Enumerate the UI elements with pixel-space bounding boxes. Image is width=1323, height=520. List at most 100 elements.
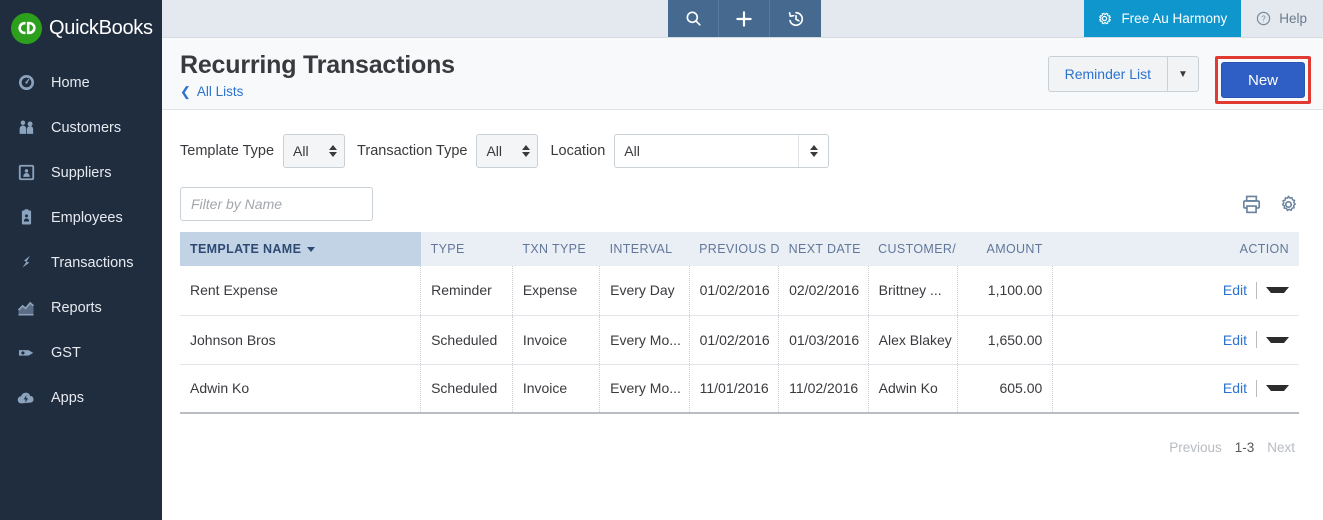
cell-type: Scheduled — [420, 364, 513, 414]
help-label: Help — [1279, 11, 1307, 26]
help-button[interactable]: ? Help — [1241, 0, 1323, 37]
filter-row: Template Type All Transaction Type All L… — [162, 132, 1323, 170]
column-header-customer[interactable]: CUSTOMER/ — [868, 232, 958, 266]
table-row[interactable]: Adwin Ko Scheduled Invoice Every Mo... 1… — [180, 364, 1299, 414]
sidebar-item-apps[interactable]: Apps — [0, 375, 162, 420]
column-header-template-name[interactable]: TEMPLATE NAME — [180, 232, 421, 266]
table-row[interactable]: Rent Expense Reminder Expense Every Day … — [180, 266, 1299, 316]
edit-link[interactable]: Edit — [1223, 282, 1256, 298]
location-select[interactable]: All — [614, 134, 830, 168]
action-dropdown-icon[interactable] — [1266, 336, 1289, 343]
quickbooks-app: QuickBooks Home Customers Suppliers Empl… — [0, 0, 1323, 520]
location-label: Location — [550, 143, 606, 159]
cell-txn-type: Invoice — [512, 315, 601, 365]
sidebar-item-gst[interactable]: GST — [0, 330, 162, 375]
pagination-range: 1-3 — [1234, 440, 1255, 455]
search-input[interactable] — [180, 187, 373, 221]
pagination: Previous 1-3 Next — [162, 440, 1323, 455]
page-title: Recurring Transactions — [180, 51, 455, 79]
sidebar-item-home[interactable]: Home — [0, 60, 162, 105]
topbar-mid-spacer — [821, 0, 1084, 37]
cell-customer: Alex Blakey — [868, 315, 959, 365]
cell-template-name: Adwin Ko — [180, 364, 422, 414]
sidebar-item-customers[interactable]: Customers — [0, 105, 162, 150]
cell-action: Edit — [1052, 364, 1299, 414]
gear-icon — [1096, 10, 1113, 27]
printer-icon[interactable] — [1241, 194, 1262, 215]
cell-amount: 605.00 — [957, 364, 1054, 414]
sidebar-item-label: Transactions — [51, 254, 134, 271]
table-toolbar — [162, 186, 1323, 222]
question-circle-icon: ? — [1255, 10, 1272, 27]
column-header-next-date[interactable]: NEXT DATE — [778, 232, 869, 266]
action-divider — [1256, 379, 1257, 397]
action-divider — [1256, 331, 1257, 348]
pagination-previous[interactable]: Previous — [1169, 440, 1222, 455]
gear-icon[interactable] — [1278, 194, 1299, 215]
transactions-icon — [13, 250, 39, 276]
pagination-next[interactable]: Next — [1267, 440, 1295, 455]
column-header-previous-date[interactable]: PREVIOUS D — [689, 232, 779, 266]
new-button[interactable]: New — [1221, 62, 1305, 98]
sort-descending-icon — [307, 247, 316, 253]
table-header-row: TEMPLATE NAME TYPE TXN TYPE INTERVAL PRE… — [180, 232, 1299, 266]
cell-type: Reminder — [420, 266, 513, 316]
template-type-select[interactable]: All — [283, 134, 346, 168]
sidebar-item-label: Employees — [51, 209, 123, 226]
stepper-icon — [522, 145, 531, 157]
column-header-action: ACTION — [1052, 232, 1299, 266]
cell-amount: 1,650.00 — [957, 315, 1054, 365]
action-dropdown-icon[interactable] — [1266, 287, 1289, 294]
svg-text:?: ? — [1262, 15, 1267, 24]
action-dropdown-icon[interactable] — [1266, 385, 1289, 392]
cell-previous-date: 01/02/2016 — [689, 266, 780, 316]
sidebar-item-transactions[interactable]: Transactions — [0, 240, 162, 285]
recurring-transactions-table: TEMPLATE NAME TYPE TXN TYPE INTERVAL PRE… — [180, 232, 1299, 414]
column-header-type[interactable]: TYPE — [420, 232, 513, 266]
cell-txn-type: Invoice — [512, 364, 601, 414]
company-menu-button[interactable]: Free Au Harmony — [1084, 0, 1242, 37]
qb-logo-icon — [11, 12, 42, 44]
quickbooks-logo[interactable]: QuickBooks — [0, 0, 162, 56]
recent-history-icon[interactable] — [770, 0, 821, 37]
transaction-type-select[interactable]: All — [476, 134, 539, 168]
table-row[interactable]: Johnson Bros Scheduled Invoice Every Mo.… — [180, 315, 1299, 365]
chart-line-icon — [13, 295, 39, 321]
employee-badge-icon — [13, 205, 39, 231]
sidebar-item-label: Reports — [51, 299, 102, 316]
cell-interval: Every Mo... — [599, 364, 690, 414]
new-button-highlight: New — [1215, 56, 1311, 104]
cell-next-date: 01/03/2016 — [778, 315, 869, 365]
sidebar-item-reports[interactable]: Reports — [0, 285, 162, 330]
supplier-card-icon — [13, 160, 39, 186]
sidebar-item-label: GST — [51, 344, 81, 361]
cell-interval: Every Day — [599, 266, 690, 316]
breadcrumb-all-lists[interactable]: ❮ All Lists — [180, 84, 243, 99]
stepper-icon — [329, 145, 338, 157]
left-sidebar: QuickBooks Home Customers Suppliers Empl… — [0, 0, 162, 520]
plus-icon[interactable] — [719, 0, 770, 37]
top-bar: Free Au Harmony ? Help — [162, 0, 1323, 38]
sidebar-item-suppliers[interactable]: Suppliers — [0, 150, 162, 195]
edit-link[interactable]: Edit — [1223, 380, 1256, 396]
action-group: Edit — [1063, 331, 1293, 348]
chevron-down-icon: ▼ — [1178, 68, 1188, 80]
topbar-left-spacer — [162, 0, 668, 37]
cell-customer: Brittney ... — [868, 266, 959, 316]
location-value: All — [624, 143, 640, 159]
cell-amount: 1,100.00 — [957, 266, 1054, 316]
stepper-icon — [809, 145, 818, 157]
edit-link[interactable]: Edit — [1223, 332, 1256, 348]
reminder-list-button[interactable]: Reminder List — [1047, 56, 1167, 92]
column-header-interval[interactable]: INTERVAL — [599, 232, 690, 266]
sidebar-item-employees[interactable]: Employees — [0, 195, 162, 240]
reminder-list-dropdown-toggle[interactable]: ▼ — [1167, 56, 1199, 92]
table-tool-icons — [1241, 194, 1299, 215]
cell-template-name: Rent Expense — [180, 266, 422, 316]
cell-customer: Adwin Ko — [868, 364, 959, 414]
transaction-type-value: All — [486, 143, 503, 159]
column-header-amount[interactable]: AMOUNT — [957, 232, 1053, 266]
column-header-txn-type[interactable]: TXN TYPE — [512, 232, 600, 266]
search-icon[interactable] — [668, 0, 719, 37]
cell-txn-type: Expense — [512, 266, 601, 316]
